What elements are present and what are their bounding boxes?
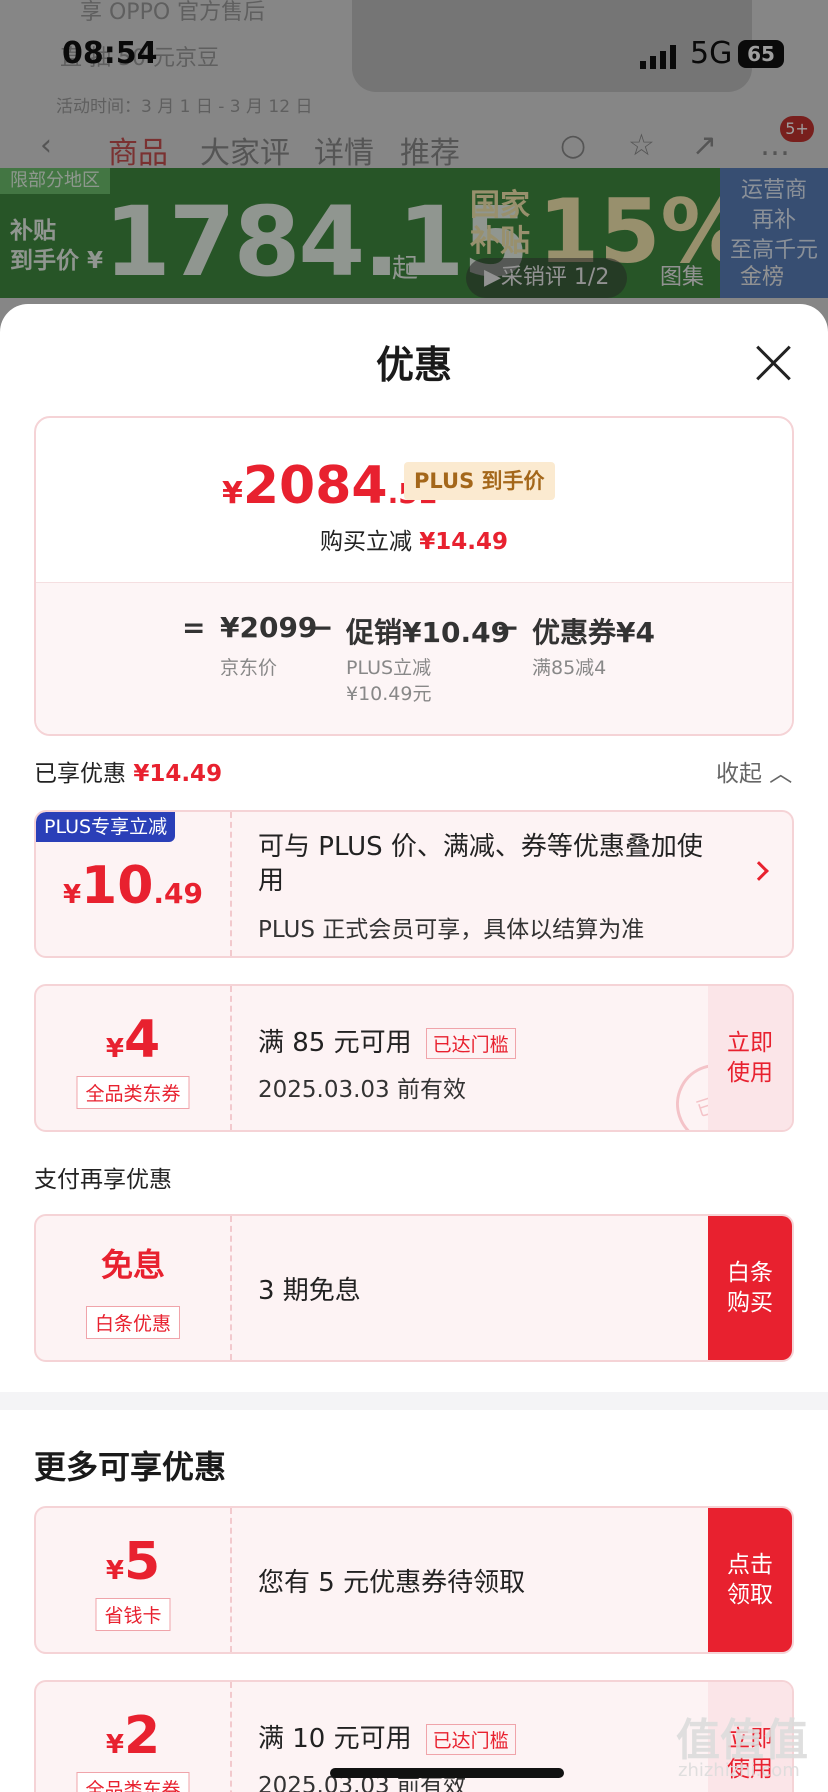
close-icon[interactable] (752, 342, 794, 384)
reduce-label: 购买立减 (319, 529, 412, 555)
coupon2-type-tag: 全品类东券 (76, 1772, 190, 1792)
currency-symbol: ¥ (222, 476, 243, 511)
modal-overlay[interactable] (0, 0, 828, 330)
purchase-reduce: 购买立减 ¥14.49 (36, 522, 792, 556)
threshold-reached-tag: 已达门槛 (425, 1028, 516, 1059)
plus-badge: PLUS专享立减 (36, 812, 176, 842)
minus-sign: − (496, 611, 520, 644)
promo-amount: 促销¥10.49 (346, 616, 511, 649)
coupon-condition-text: 满 85 元可用 (258, 1028, 412, 1058)
watermark: 值值值 (676, 1715, 808, 1766)
baitiao-tag: 白条优惠 (85, 1306, 181, 1339)
discount-sheet: 优惠 ¥2084.51 PLUS 到手价 购买立减 ¥14.49 = ¥2099… (0, 304, 828, 1792)
coupon-type-tag: 全品类东券 (76, 1076, 190, 1109)
jd-price: ¥2099 (220, 611, 318, 644)
pay-discount-label: 支付再享优惠 (34, 1167, 172, 1193)
coupon2-condition: 满 10 元可用 已达门槛 (258, 1718, 516, 1755)
enjoyed-discount-label: 已享优惠 ¥14.49 (34, 754, 222, 788)
jd-price-label: 京东价 (220, 657, 278, 679)
enjoyed-label: 已享优惠 (34, 761, 126, 787)
coupon-label: 满85减4 (532, 657, 607, 679)
savings-amount-block: ¥5 省钱卡 (36, 1508, 232, 1652)
coupon-card[interactable]: ¥4 全品类东券 满 85 元可用已达门槛 2025.03.03 前有效 已领 … (34, 984, 794, 1132)
watermark-url: zhizhizhi.com (678, 1760, 800, 1781)
threshold-reached-tag: 已达门槛 (425, 1724, 516, 1755)
minus-sign: − (310, 611, 334, 644)
plus-discount-card[interactable]: ¥10.49 PLUS专享立减 可与 PLUS 价、满减、券等优惠叠加使用 PL… (34, 810, 794, 958)
section-divider (0, 1392, 828, 1410)
amount-integer: 2 (123, 1706, 161, 1766)
currency-symbol: ¥ (105, 1730, 124, 1760)
plus-price-tag: PLUS 到手价 (404, 462, 555, 500)
amount-integer: 5 (123, 1532, 161, 1592)
coupon-expiry: 2025.03.03 前有效 (258, 1077, 466, 1103)
chevron-right-icon (749, 861, 769, 881)
coupon2-amount-block: ¥2 全品类东券 (36, 1682, 232, 1792)
claim-button[interactable]: 点击 领取 (708, 1508, 792, 1652)
product-page-background: 享 OPPO 官方售后 直 抽 50 元京豆 活动时间：3 月 1 日 - 3 … (0, 0, 828, 330)
plus-card-description: 可与 PLUS 价、满减、券等优惠叠加使用 (258, 832, 703, 896)
currency-symbol: ¥ (105, 1556, 124, 1586)
enjoyed-value: ¥14.49 (133, 761, 223, 787)
more-discounts-title: 更多可享优惠 (34, 1448, 227, 1486)
collapse-button[interactable]: 收起 ︿ (716, 754, 792, 788)
use-now-button[interactable]: 立即 使用 (708, 986, 792, 1130)
savings-tag: 省钱卡 (95, 1598, 171, 1631)
amount-decimal: .49 (153, 877, 204, 910)
price-formula: = ¥2099 京东价 − 促销¥10.49 PLUS立减 ¥10.49元 − … (36, 582, 792, 734)
currency-symbol: ¥ (105, 1034, 124, 1064)
amount-integer: 10 (81, 856, 154, 916)
equals-sign: = (182, 611, 206, 644)
price-integer: 2084 (242, 456, 388, 516)
savings-text: 您有 5 元优惠券待领取 (258, 1568, 526, 1598)
currency-symbol: ¥ (62, 880, 82, 910)
amount-integer: 4 (123, 1010, 161, 1070)
plus-card-note: PLUS 正式会员可享，具体以结算为准 (258, 917, 645, 943)
baitiao-card[interactable]: 免息 白条优惠 3 期免息 白条 购买 (34, 1214, 794, 1362)
interest-free-title: 免息 (100, 1246, 165, 1284)
reduce-value: ¥14.49 (419, 529, 509, 555)
coupon2-condition-text: 满 10 元可用 (258, 1724, 412, 1754)
home-indicator[interactable] (330, 1768, 564, 1778)
price-summary: ¥2084.51 PLUS 到手价 购买立减 ¥14.49 = ¥2099 京东… (34, 416, 794, 736)
coupon-amount-block: ¥4 全品类东券 (36, 986, 232, 1130)
baitiao-buy-button[interactable]: 白条 购买 (708, 1216, 792, 1360)
savings-card[interactable]: ¥5 省钱卡 您有 5 元优惠券待领取 点击 领取 (34, 1506, 794, 1654)
installment-text: 3 期免息 (258, 1276, 361, 1306)
sheet-title: 优惠 (375, 343, 452, 387)
coupon-condition: 满 85 元可用 已达门槛 (258, 1022, 516, 1059)
coupon-amount: 优惠券¥4 (532, 616, 655, 649)
baitiao-block: 免息 白条优惠 (36, 1216, 232, 1360)
promo-label: PLUS立减 ¥10.49元 (346, 657, 432, 705)
